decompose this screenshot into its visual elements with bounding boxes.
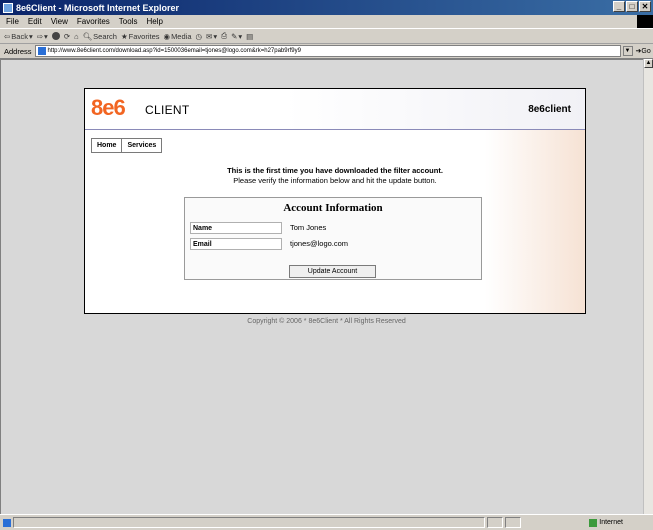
favorites-label: Favorites — [128, 31, 160, 41]
name-label: Name — [190, 221, 282, 234]
name-row: Name Tom Jones — [190, 221, 326, 234]
close-icon[interactable]: ✕ — [639, 1, 651, 12]
address-label: Address — [4, 46, 32, 56]
vertical-scrollbar[interactable]: ▲ — [643, 59, 653, 514]
email-value: tjones@logo.com — [290, 239, 349, 248]
address-url: http://www.8e6client.com/download.asp?id… — [47, 48, 301, 54]
page-card: 8e6 CLIENT 8e6client Home Services This … — [84, 88, 586, 314]
decorative-gradient — [485, 129, 585, 313]
address-bar: Address http://www.8e6client.com/downloa… — [0, 44, 653, 59]
brand-name: 8e6client — [528, 104, 571, 115]
discuss-button[interactable]: ▤ — [246, 32, 253, 41]
status-bar: Internet — [0, 514, 653, 530]
mail-icon: ✉ — [206, 31, 213, 41]
favorites-button[interactable]: ★ Favorites — [121, 32, 160, 41]
logo-sub: CLIENT — [145, 103, 190, 117]
forward-arrow-icon: ⇨ — [36, 31, 44, 41]
window-title: 8e6Client - Microsoft Internet Explorer — [16, 2, 180, 13]
chevron-down-icon: ▾ — [28, 31, 33, 41]
menu-help[interactable]: Help — [146, 17, 162, 26]
search-label: Search — [93, 31, 117, 41]
chevron-down-icon: ▾ — [213, 31, 218, 41]
email-row: Email tjones@logo.com — [190, 237, 348, 250]
status-pane-main — [13, 517, 485, 528]
toolbar: ⇦ Back ▾ ⇨ ▾ ⟳ ⌂ 🔍︎ Search ★ Favorites ◉… — [0, 29, 653, 44]
title-bar: 8e6Client - Microsoft Internet Explorer … — [0, 0, 653, 15]
window-controls: _ □ ✕ — [613, 1, 651, 12]
menu-view[interactable]: View — [51, 17, 68, 26]
home-icon: ⌂ — [74, 31, 79, 41]
update-account-button[interactable]: Update Account — [289, 265, 376, 278]
history-button[interactable]: ◷ — [196, 32, 203, 41]
chevron-down-icon: ▾ — [238, 31, 243, 41]
print-icon: ⎙ — [221, 31, 228, 40]
minimize-icon[interactable]: _ — [613, 1, 625, 12]
search-icon: 🔍︎ — [82, 31, 93, 41]
email-label: Email — [190, 237, 282, 250]
ie-icon — [3, 2, 13, 13]
windows-logo-icon — [637, 15, 653, 28]
refresh-button[interactable]: ⟳ — [64, 32, 70, 41]
edit-icon: ✎ — [231, 31, 238, 41]
media-label: Media — [171, 31, 192, 41]
refresh-icon: ⟳ — [63, 31, 71, 41]
scroll-up-icon[interactable]: ▲ — [644, 59, 653, 68]
history-icon: ◷ — [195, 31, 203, 41]
media-icon: ◉ — [163, 31, 171, 41]
chevron-down-icon: ▼ — [624, 48, 631, 54]
stop-icon — [51, 32, 60, 40]
menu-edit[interactable]: Edit — [28, 17, 42, 26]
edit-button[interactable]: ✎ ▾ — [231, 32, 242, 41]
go-label: Go — [641, 48, 651, 55]
address-input[interactable]: http://www.8e6client.com/download.asp?id… — [34, 45, 621, 57]
menu-bar: File Edit View Favorites Tools Help — [0, 15, 653, 29]
internet-zone-icon — [589, 518, 598, 527]
status-pane-b — [505, 517, 521, 528]
menu-favorites[interactable]: Favorites — [77, 17, 110, 26]
go-button[interactable]: ➜Go — [636, 47, 651, 55]
page-icon — [37, 47, 46, 55]
back-button[interactable]: ⇦ Back ▾ — [4, 32, 33, 41]
home-button[interactable]: ⌂ — [74, 32, 79, 41]
favorites-icon: ★ — [120, 31, 128, 41]
page-done-icon — [3, 518, 11, 527]
copyright: Copyright © 2006 * 8e6Client * All Right… — [247, 318, 406, 325]
zone-label: Internet — [599, 519, 623, 526]
maximize-icon[interactable]: □ — [626, 1, 638, 12]
account-info-title: Account Information — [283, 202, 383, 214]
back-arrow-icon: ⇦ — [4, 31, 11, 41]
chevron-down-icon: ▾ — [44, 31, 48, 41]
media-button[interactable]: ◉ Media — [164, 32, 192, 41]
nav-services[interactable]: Services — [122, 138, 163, 153]
message-primary: This is the first time you have download… — [227, 166, 443, 175]
nav-home[interactable]: Home — [91, 138, 123, 153]
account-info-panel: Account Information Name Tom Jones Email… — [184, 197, 482, 280]
address-dropdown[interactable]: ▼ — [622, 46, 633, 56]
status-pane-a — [487, 517, 503, 528]
security-zone: Internet — [589, 518, 623, 527]
discuss-icon: ▤ — [246, 31, 254, 41]
back-label: Back — [11, 31, 28, 41]
nav-tabs: Home Services — [91, 138, 163, 153]
message-secondary: Please verify the information below and … — [233, 176, 437, 185]
menu-file[interactable]: File — [6, 17, 19, 26]
forward-button[interactable]: ⇨ ▾ — [37, 32, 48, 41]
mail-button[interactable]: ✉ ▾ — [206, 32, 217, 41]
stop-button[interactable] — [51, 32, 60, 40]
name-value: Tom Jones — [290, 223, 327, 232]
search-button[interactable]: 🔍︎ Search — [83, 32, 117, 41]
logo-mark: 8e6 — [91, 95, 126, 120]
menu-tools[interactable]: Tools — [119, 17, 138, 26]
print-button[interactable]: ⎙ — [221, 31, 227, 41]
page-header: 8e6 CLIENT 8e6client — [85, 89, 585, 130]
